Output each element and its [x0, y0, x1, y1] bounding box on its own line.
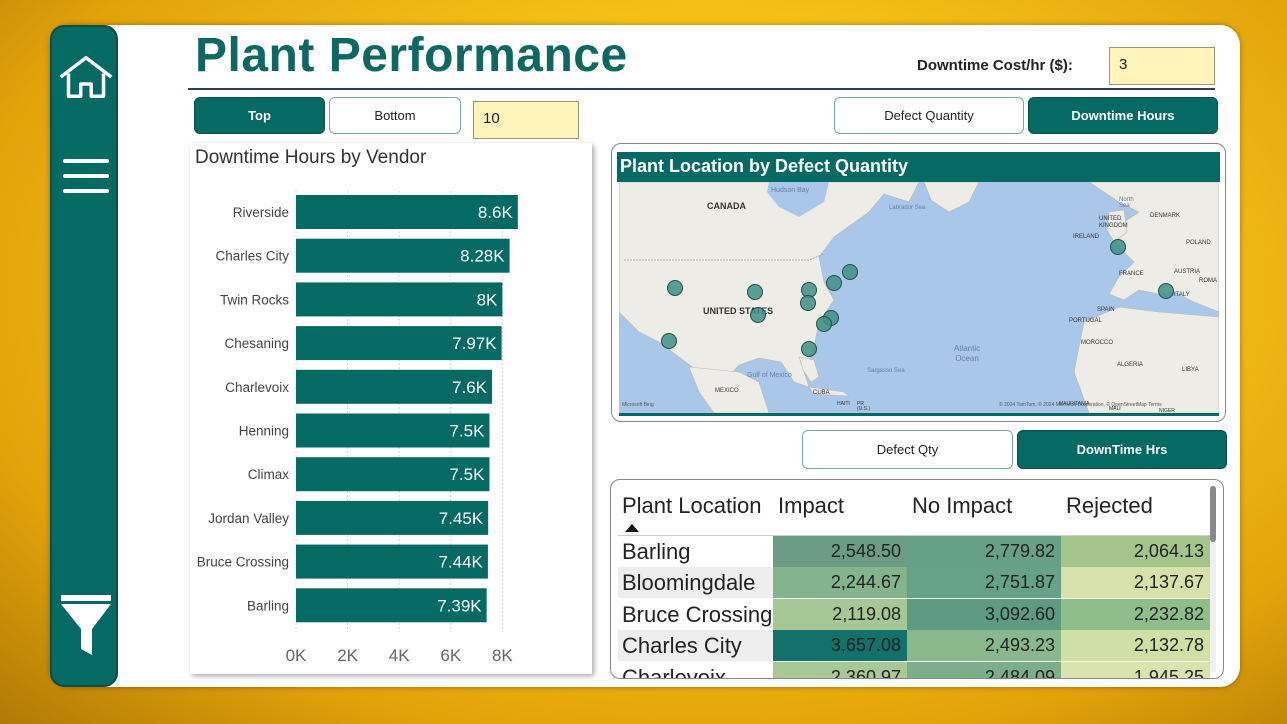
cell-rejected: 2,137.67 — [1061, 567, 1210, 599]
x-tick-label: 6K — [440, 646, 461, 665]
sort-ascending-icon — [625, 524, 639, 532]
defect-qty-button[interactable]: Defect Qty — [802, 430, 1013, 469]
cell-impact: 3,657.08 — [773, 630, 907, 662]
cell-plant-location: Charlevoix — [618, 661, 773, 678]
bar-value-label: 7.44K — [438, 553, 483, 572]
downtime-by-vendor-chart: Downtime Hours by Vendor 0K 2K 4K 6K 8K River… — [190, 143, 592, 674]
col-header-impact[interactable]: Impact — [778, 485, 908, 535]
bar-chart-svg: 0K 2K 4K 6K 8K Riverside 8.6K Charles City 8.28K… — [197, 191, 518, 665]
plant-marker[interactable] — [661, 333, 677, 349]
bar-value-label: 7.5K — [449, 465, 485, 484]
top-n-input[interactable]: 10 — [473, 101, 579, 139]
map-title: Plant Location by Defect Quantity — [620, 156, 909, 176]
cell-no-impact: 2,779.82 — [907, 536, 1061, 567]
cell-impact: 2,244.67 — [773, 567, 907, 599]
x-tick-label: 4K — [389, 646, 410, 665]
plant-marker[interactable] — [750, 307, 766, 323]
cell-impact: 2,548.50 — [773, 536, 907, 567]
bar-category-label: Bruce Crossing — [197, 555, 289, 570]
plant-matrix-table: Plant Location Impact No Impact Rejected… — [610, 479, 1224, 679]
map-canvas[interactable]: Hudson Bay CANADA Labrador Sea North Sea… — [619, 182, 1219, 416]
bar-category-label: Twin Rocks — [220, 292, 289, 307]
table-row[interactable]: Barling 2,548.50 2,779.82 2,064.13 — [618, 536, 1210, 567]
bar[interactable] — [296, 282, 503, 317]
cell-plant-location: Charles City — [618, 630, 773, 662]
home-icon[interactable] — [58, 51, 114, 103]
cell-plant-location: Bruce Crossing — [618, 598, 773, 630]
map-header: Plant Location by Defect Quantity — [617, 152, 1220, 182]
bar-category-label: Charles City — [215, 249, 289, 264]
title-underline — [188, 88, 1215, 90]
x-tick-label: 0K — [286, 646, 307, 665]
plant-marker[interactable] — [801, 341, 817, 357]
bar-value-label: 7.5K — [449, 422, 485, 441]
cell-impact: 2,119.08 — [773, 598, 907, 630]
table-row[interactable]: Bruce Crossing 2,119.08 3,092.60 2,232.82 — [618, 598, 1210, 630]
bar-value-label: 8K — [477, 290, 498, 309]
defect-quantity-button[interactable]: Defect Quantity — [834, 97, 1024, 134]
bar-category-label: Barling — [247, 598, 289, 613]
bar-value-label: 7.6K — [452, 378, 488, 397]
cell-no-impact: 2,493.23 — [907, 630, 1061, 662]
bar-value-label: 8.28K — [460, 247, 505, 266]
plant-location-map-card: Plant Location by Defect Quantity Hudson… — [611, 143, 1226, 422]
x-tick-label: 8K — [492, 646, 513, 665]
table-scrollbar[interactable] — [1210, 486, 1216, 672]
bar-category-label: Jordan Valley — [208, 511, 289, 526]
cell-no-impact: 3,092.60 — [907, 598, 1061, 630]
table-row[interactable]: Bloomingdale 2,244.67 2,751.87 2,137.67 — [618, 567, 1210, 599]
plant-marker[interactable] — [667, 280, 683, 296]
plant-marker[interactable] — [1158, 283, 1174, 299]
bar-category-label: Climax — [248, 467, 290, 482]
plant-marker[interactable] — [816, 316, 832, 332]
col-header-rejected[interactable]: Rejected — [1066, 485, 1206, 535]
page-title: Plant Performance — [195, 29, 628, 82]
cell-rejected: 1,945.25 — [1061, 661, 1210, 678]
top-button[interactable]: Top — [194, 97, 325, 134]
bar-value-label: 7.45K — [439, 509, 484, 528]
hamburger-menu-icon[interactable] — [58, 157, 114, 197]
bar-category-label: Charlevoix — [225, 380, 289, 395]
bar-value-label: 7.97K — [452, 334, 497, 353]
cell-plant-location: Barling — [618, 536, 773, 567]
plant-marker[interactable] — [826, 275, 842, 291]
cell-no-impact: 2,484.09 — [907, 661, 1061, 678]
cell-impact: 2,360.97 — [773, 661, 907, 678]
plant-marker[interactable] — [1110, 239, 1126, 255]
bar-category-label: Henning — [239, 424, 289, 439]
col-header-location-label: Plant Location — [622, 493, 762, 518]
cell-rejected: 2,132.78 — [1061, 630, 1210, 662]
col-header-location[interactable]: Plant Location — [622, 485, 772, 535]
filter-icon[interactable] — [58, 593, 114, 659]
bar-category-label: Chesaning — [224, 336, 289, 351]
x-tick-label: 2K — [337, 646, 358, 665]
bottom-button[interactable]: Bottom — [329, 97, 461, 134]
cell-rejected: 2,232.82 — [1061, 598, 1210, 630]
table-row[interactable]: Charlevoix 2,360.97 2,484.09 1,945.25 — [618, 661, 1210, 678]
table-scroll-thumb[interactable] — [1210, 486, 1216, 542]
table-row[interactable]: Charles City 3,657.08 2,493.23 2,132.78 — [618, 630, 1210, 662]
downtime-cost-input[interactable]: 3 — [1109, 47, 1215, 85]
downtime-hrs-button[interactable]: DownTime Hrs — [1017, 430, 1227, 469]
bar-category-label: Riverside — [233, 205, 289, 220]
plant-marker[interactable] — [800, 295, 816, 311]
downtime-hours-button[interactable]: Downtime Hours — [1028, 97, 1218, 134]
cell-no-impact: 2,751.87 — [907, 567, 1061, 599]
downtime-cost-label: Downtime Cost/hr ($): — [917, 57, 1073, 74]
cell-plant-location: Bloomingdale — [618, 567, 773, 599]
bar-value-label: 8.6K — [478, 203, 514, 222]
bar-value-label: 7.39K — [437, 596, 482, 615]
sidebar — [50, 25, 118, 687]
plant-markers — [661, 239, 1174, 357]
col-header-no-impact[interactable]: No Impact — [912, 485, 1062, 535]
cell-rejected: 2,064.13 — [1061, 536, 1210, 567]
plant-marker[interactable] — [747, 284, 763, 300]
plant-marker[interactable] — [842, 264, 858, 280]
